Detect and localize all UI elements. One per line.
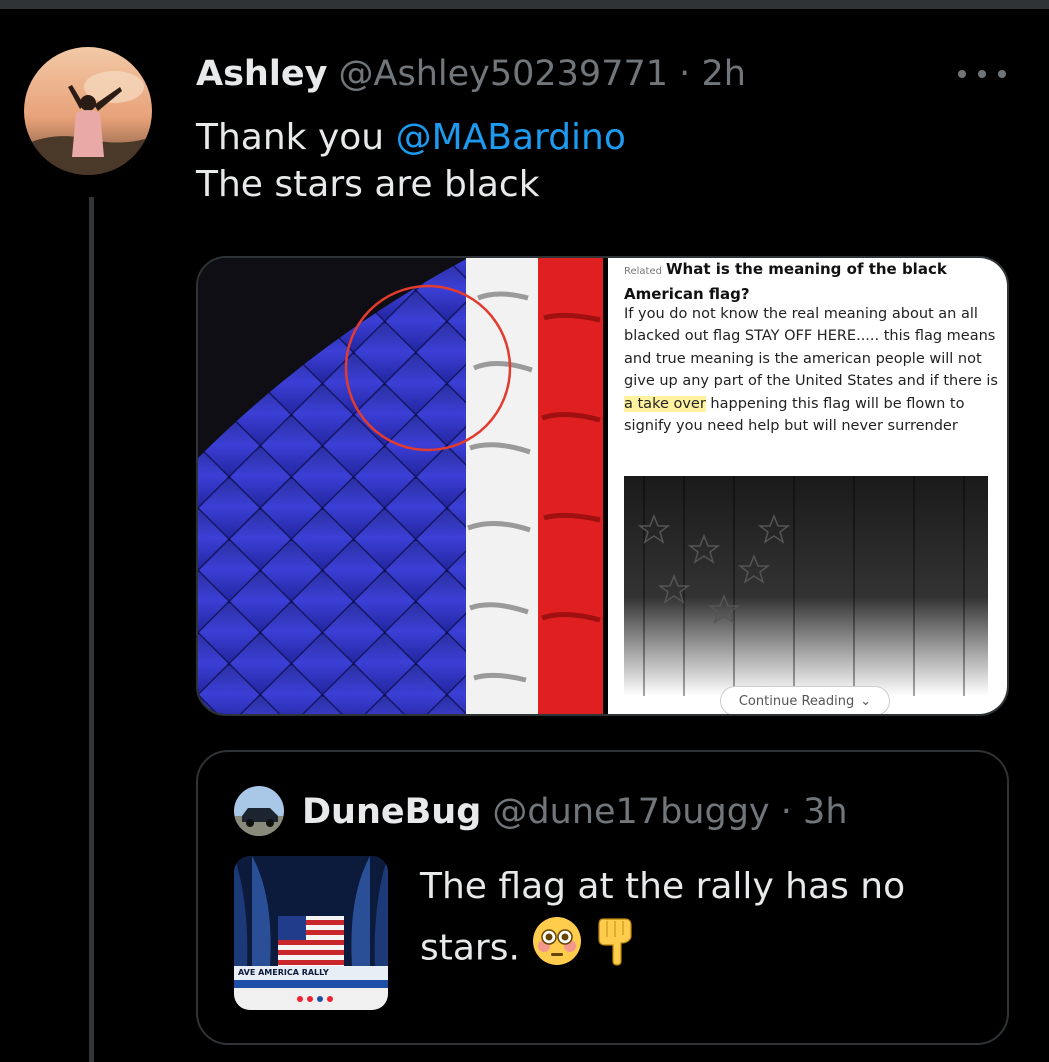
author-handle[interactable]: @Ashley50239771 (339, 54, 668, 94)
quoted-tweet-time[interactable]: 3h (803, 792, 847, 832)
quoted-tweet-header: DuneBug @dune17buggy · 3h (302, 790, 848, 834)
quoted-media-thumbnail[interactable]: AVE AMERICA RALLY (234, 856, 388, 1010)
related-body-text: If you do not know the real meaning abou… (624, 303, 1000, 437)
quoted-author-handle[interactable]: @dune17buggy (492, 792, 769, 832)
continue-reading-label: Continue Reading (738, 693, 855, 709)
related-title-line2: American flag? (624, 285, 750, 303)
more-options-icon[interactable] (958, 60, 1006, 88)
mention-link[interactable]: @MABardino (396, 117, 626, 158)
quoted-text-line1: The flag at the rally has no (420, 866, 906, 907)
chevron-down-icon: ⌄ (860, 693, 872, 709)
pointing-down-emoji (595, 915, 635, 984)
related-body-part1: If you do not know the real meaning abou… (624, 306, 998, 390)
related-article-image[interactable]: Related What is the meaning of the black … (608, 258, 1007, 714)
quoted-meta-separator: · (780, 792, 792, 832)
black-flag-photo (624, 476, 988, 696)
quoted-author-avatar[interactable] (234, 786, 284, 836)
tweet-text-prefix: Thank you (196, 117, 396, 158)
author-avatar[interactable] (24, 47, 152, 175)
related-title: Related What is the meaning of the black … (624, 260, 947, 303)
quoted-tweet-text: The flag at the rally has no stars. (420, 858, 905, 984)
banner-text: AVE AMERICA RALLY (238, 968, 329, 977)
flushed-face-emoji (531, 915, 583, 984)
meta-separator: · (679, 54, 691, 94)
tweet-time[interactable]: 2h (701, 54, 745, 94)
related-tag: Related (624, 266, 662, 277)
author-name[interactable]: Ashley (196, 54, 327, 94)
tweet-header: Ashley @Ashley50239771 · 2h (196, 52, 746, 96)
quoted-text-line2: stars. (420, 927, 520, 969)
top-divider (0, 0, 1049, 9)
quoted-author-name[interactable]: DuneBug (302, 792, 481, 832)
related-body-highlight: a take over (624, 395, 706, 412)
tweet-text-line2: The stars are black (196, 164, 540, 205)
flag-closeup-image[interactable] (198, 258, 603, 714)
tweet-text: Thank you @MABardino The stars are black (196, 114, 626, 208)
tweet-media[interactable]: Related What is the meaning of the black … (196, 256, 1009, 716)
related-title-line1: What is the meaning of the black (665, 260, 947, 278)
thread-connector-line (89, 197, 94, 1062)
quoted-tweet[interactable]: DuneBug @dune17buggy · 3h AVE AMERICA RA… (196, 750, 1009, 1045)
continue-reading-button[interactable]: Continue Reading ⌄ (720, 686, 890, 714)
